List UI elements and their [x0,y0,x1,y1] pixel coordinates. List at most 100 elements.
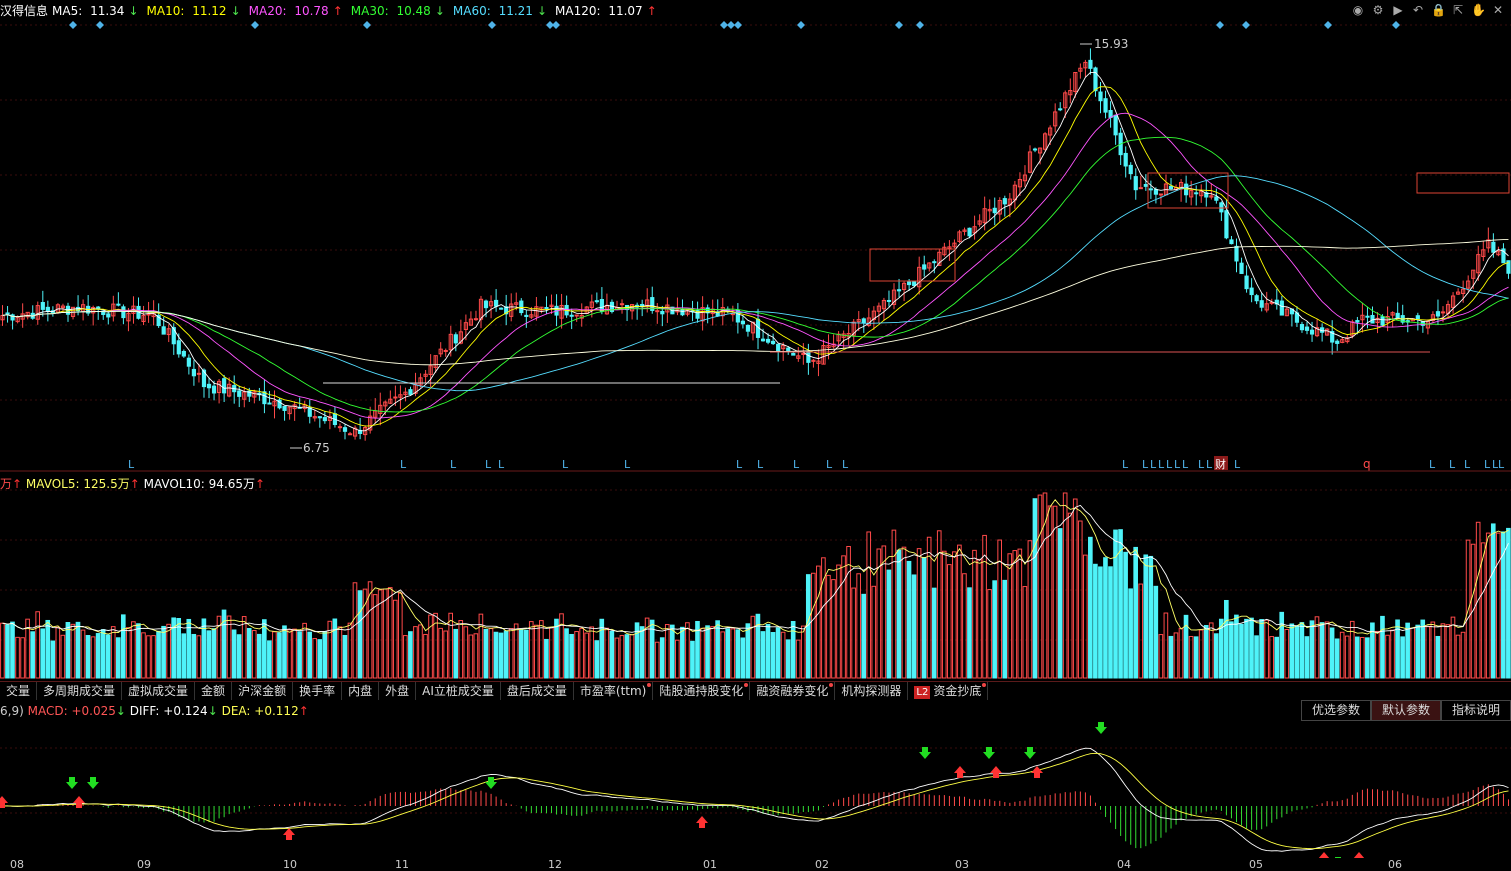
volume-bar [1093,563,1098,679]
tab-indicator[interactable]: 多周期成交量 [37,682,123,700]
tab-indicator[interactable]: 融资融券变化 [750,682,836,700]
axis-label: 03 [955,858,969,871]
volume-bar [1354,636,1360,679]
candle-body [1299,324,1305,331]
candle-body [499,307,504,310]
signal-marker: L [757,458,764,471]
tab-indicator[interactable]: 沪深金额 [232,682,294,700]
tab-indicator[interactable]: 盘后成交量 [501,682,574,700]
volume-bar [533,624,539,679]
volume-bar [488,628,494,679]
tab-indicator[interactable]: L2 资金抄底 [908,682,989,700]
volume-bar [1229,621,1234,679]
buy-arrow-icon [283,828,295,840]
signal-marker: L [485,458,492,471]
tab-indicator[interactable]: 陆股通持股变化 [653,682,751,700]
signal-marker: L [562,458,569,471]
volume-bar [110,626,116,679]
tab-indicator[interactable]: 金额 [195,682,233,700]
volume-bar [1088,536,1093,679]
tab-indicator[interactable]: AI立桩成交量 [416,682,501,700]
volume-bar [1072,498,1078,679]
volume-bar [916,548,922,679]
tab-indicator[interactable]: 内盘 [342,682,380,700]
volume-bar [866,531,872,679]
volume-bar [710,626,715,679]
tab-indicator[interactable]: 机构探测器 [835,682,909,700]
sell-arrow-icon [983,747,995,759]
volume-bar [1143,554,1149,679]
sell-arrow-icon [919,747,931,759]
candle-body [342,427,348,432]
volume-bar [1284,628,1290,679]
tab-indicator[interactable]: 市盈率(ttm) [574,682,654,700]
tab-indicator[interactable]: 虚拟成交量 [122,682,196,700]
volume-bar [690,640,695,679]
volume-bar [20,637,25,679]
volume-bar [700,627,705,679]
volume-chart[interactable] [0,480,1511,680]
volume-bar [267,640,272,679]
volume-bar [952,551,957,679]
candle-body [40,301,45,310]
signal-marker: L [1158,458,1165,471]
volume-bar [251,630,257,679]
volume-bar [926,536,932,679]
tab-indicator[interactable]: 换手率 [293,682,343,700]
time-axis: 08 09 10 11 12 01 02 03 04 05 06 [0,858,1511,871]
volume-bar [498,632,504,679]
volume-bar [1506,527,1511,679]
signal-marker-q: q [1363,457,1371,471]
volume-bar [382,588,388,679]
signal-marker: L [450,458,457,471]
volume-bar [609,630,615,679]
candle-body [912,281,917,287]
sell-arrow-icon [485,777,497,789]
volume-bar [1178,627,1184,679]
candle-body [992,207,997,214]
volume-bar [226,615,232,679]
candle-body [745,324,751,332]
volume-bar [528,621,534,679]
volume-bar [1349,620,1355,679]
tab-indicator[interactable]: 外盘 [379,682,417,700]
candle-body [1239,262,1244,274]
candle-body [1128,164,1133,175]
candle-body [1244,275,1249,290]
signal-marker: L [400,458,407,471]
volume-bar [654,641,660,679]
volume-bar [256,633,262,679]
candle-body [544,306,549,309]
volume-bar [503,630,509,679]
volume-bar [1203,625,1209,679]
volume-bar [191,633,197,679]
volume-bar [1460,631,1466,679]
candle-body [408,389,413,395]
signal-diamond [916,21,924,29]
signal-diamond [1392,21,1400,29]
volume-bar [95,633,101,679]
volume-bar [785,639,791,679]
candle-body [655,310,660,313]
volume-bar [1138,583,1144,679]
candlestick-chart[interactable]: 15.936.75L L L L L L L L L L L L L L L L L L L L L L L L L L L Lq财 [0,0,1511,472]
highlight-box [869,248,956,282]
candle-body [1229,239,1234,245]
signal-marker: L [736,458,743,471]
candle-body [524,314,529,317]
candle-body [453,334,458,344]
volume-bar [151,635,156,679]
volume-bar [15,636,20,679]
buy-arrow-icon [73,796,85,808]
macd-chart[interactable] [0,718,1511,858]
volume-bar [10,621,15,679]
candle-body [1002,198,1007,205]
volume-bar [1037,494,1043,679]
volume-bar [307,631,312,679]
ma-line-ma30 [2,136,1509,413]
volume-bar [795,639,801,679]
volume-bar [1405,622,1410,679]
volume-bar [946,564,952,679]
volume-bar [1440,623,1446,679]
tab-indicator[interactable]: 交量 [0,682,38,700]
